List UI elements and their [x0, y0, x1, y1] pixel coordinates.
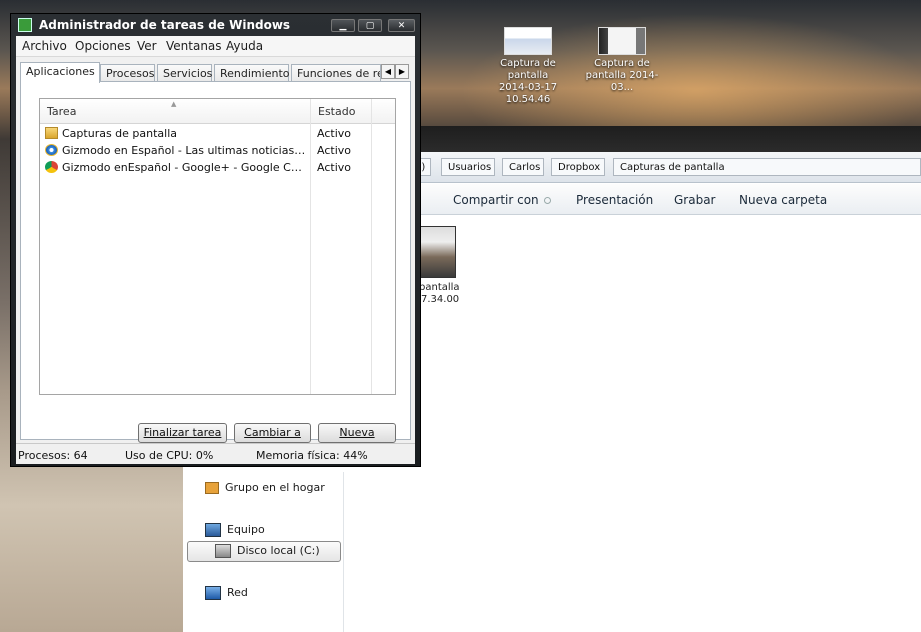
table-row[interactable]: Capturas de pantalla Activo — [40, 125, 395, 142]
file-thumbnail-icon[interactable] — [420, 226, 456, 278]
tab-scroll-right-icon[interactable]: ▶ — [395, 64, 409, 79]
tab-rendimiento[interactable]: Rendimiento — [214, 64, 289, 82]
tab-servicios[interactable]: Servicios — [157, 64, 212, 82]
menu-ayuda[interactable]: Ayuda — [226, 39, 263, 53]
nav-item-local-disk[interactable]: Disco local (C:) — [215, 542, 320, 560]
desktop-icon-label-line: Captura de — [594, 58, 650, 69]
share-with-label: Compartir con — [453, 193, 539, 207]
cpu-usage: Uso de CPU: 0% — [125, 449, 214, 462]
tab-procesos[interactable]: Procesos — [100, 64, 155, 82]
sort-arrow-icon: ▲ — [171, 100, 177, 108]
end-task-button[interactable]: Finalizar tarea — [138, 423, 227, 443]
tab-funciones[interactable]: Funciones de re — [291, 64, 381, 82]
table-row[interactable]: Gizmodo en Español - Las ultimas noticia… — [40, 142, 395, 159]
task-manager-window: Administrador de tareas de Windows ▁ ▢ ✕… — [10, 13, 421, 467]
tab-aplicaciones[interactable]: Aplicaciones — [20, 62, 100, 83]
menu-archivo[interactable]: Archivo — [22, 39, 67, 53]
new-task-button[interactable]: Nueva tarea... — [318, 423, 396, 457]
burn-button[interactable]: Grabar — [674, 193, 716, 207]
breadcrumb-carlos[interactable]: Carlos — [502, 158, 544, 176]
task-status: Activo — [317, 161, 351, 174]
ie-icon — [45, 144, 58, 156]
physical-memory: Memoria física: 44% — [256, 449, 368, 462]
homegroup-icon — [205, 482, 219, 494]
column-header-status[interactable]: Estado — [318, 105, 355, 118]
applications-panel: ▲ Tarea Estado Capturas de pantalla Acti… — [20, 81, 411, 440]
desktop-icon-label-line: 10.54.46 — [505, 94, 551, 105]
folder-icon — [45, 127, 58, 139]
task-manager-icon — [18, 18, 32, 32]
chrome-icon — [45, 161, 58, 173]
tab-strip: Aplicaciones Procesos Servicios Rendimie… — [16, 62, 415, 83]
breadcrumb-dropbox[interactable]: Dropbox — [551, 158, 605, 176]
tab-scroll-left-icon[interactable]: ◀ — [381, 64, 395, 79]
nav-item-homegroup[interactable]: Grupo en el hogar — [205, 479, 325, 497]
desktop-icon-label-line: pantalla — [507, 70, 549, 81]
menu-bar: Archivo Opciones Ver Ventanas Ayuda — [16, 36, 415, 57]
file-label-line: 7.34.00 — [421, 294, 460, 305]
maximize-button[interactable]: ▢ — [358, 19, 382, 32]
task-list[interactable]: ▲ Tarea Estado Capturas de pantalla Acti… — [39, 98, 396, 395]
new-folder-button[interactable]: Nueva carpeta — [739, 193, 827, 207]
end-task-label: Finalizar tarea — [143, 426, 222, 439]
menu-opciones[interactable]: Opciones — [75, 39, 131, 53]
close-button[interactable]: ✕ — [388, 19, 415, 32]
minimize-button[interactable]: ▁ — [331, 19, 355, 32]
desktop-icon-label-line: 2014-03-17 — [498, 82, 558, 93]
file-label-line: pantalla — [419, 282, 460, 293]
nav-item-label: Equipo — [227, 523, 265, 536]
slideshow-button[interactable]: Presentación — [576, 193, 653, 207]
share-with-button[interactable]: Compartir con — [453, 193, 551, 207]
nav-item-label: Disco local (C:) — [237, 544, 320, 557]
switch-to-button[interactable]: Cambiar a — [234, 423, 311, 443]
desktop-icon-screenshot-1[interactable]: Captura de pantalla 2014-03-17 10.54.46 — [483, 27, 573, 106]
computer-icon — [205, 523, 221, 537]
desktop-icon-label-line: pantalla 2014-03... — [585, 70, 659, 93]
status-bar: Procesos: 64 Uso de CPU: 0% Memoria físi… — [16, 443, 415, 464]
nav-item-label: Red — [227, 586, 248, 599]
network-icon — [205, 586, 221, 600]
screenshot-thumbnail-icon — [598, 27, 646, 55]
switch-to-label: Cambiar a — [244, 426, 301, 439]
nav-item-computer[interactable]: Equipo — [205, 521, 265, 539]
window-title: Administrador de tareas de Windows — [39, 18, 291, 32]
nav-item-label: Grupo en el hogar — [225, 481, 325, 494]
file-label[interactable]: pantalla 7.34.00 — [415, 282, 460, 306]
menu-ventanas[interactable]: Ventanas — [166, 39, 222, 53]
list-header: ▲ Tarea Estado — [40, 99, 395, 124]
desktop-icon-label-line: Captura de — [500, 58, 556, 69]
process-count: Procesos: 64 — [18, 449, 88, 462]
dropdown-dot-icon — [543, 197, 551, 204]
task-name: Gizmodo en Español - Las ultimas noticia… — [62, 144, 306, 157]
screenshot-thumbnail-icon — [504, 27, 552, 55]
task-status: Activo — [317, 144, 351, 157]
task-status: Activo — [317, 127, 351, 140]
menu-ver[interactable]: Ver — [137, 39, 157, 53]
breadcrumb-usuarios[interactable]: Usuarios — [441, 158, 495, 176]
breadcrumb-capturas[interactable]: Capturas de pantalla — [613, 158, 921, 176]
task-name: Gizmodo enEspañol - Google+ - Google Chr… — [62, 161, 306, 174]
task-name: Capturas de pantalla — [62, 127, 178, 140]
table-row[interactable]: Gizmodo enEspañol - Google+ - Google Chr… — [40, 159, 395, 176]
column-header-task[interactable]: Tarea — [47, 105, 76, 118]
desktop-icon-screenshot-2[interactable]: Captura de pantalla 2014-03... — [577, 27, 667, 94]
task-manager-body: Archivo Opciones Ver Ventanas Ayuda Apli… — [16, 36, 415, 464]
drive-icon — [215, 544, 231, 558]
nav-item-network[interactable]: Red — [205, 584, 248, 602]
